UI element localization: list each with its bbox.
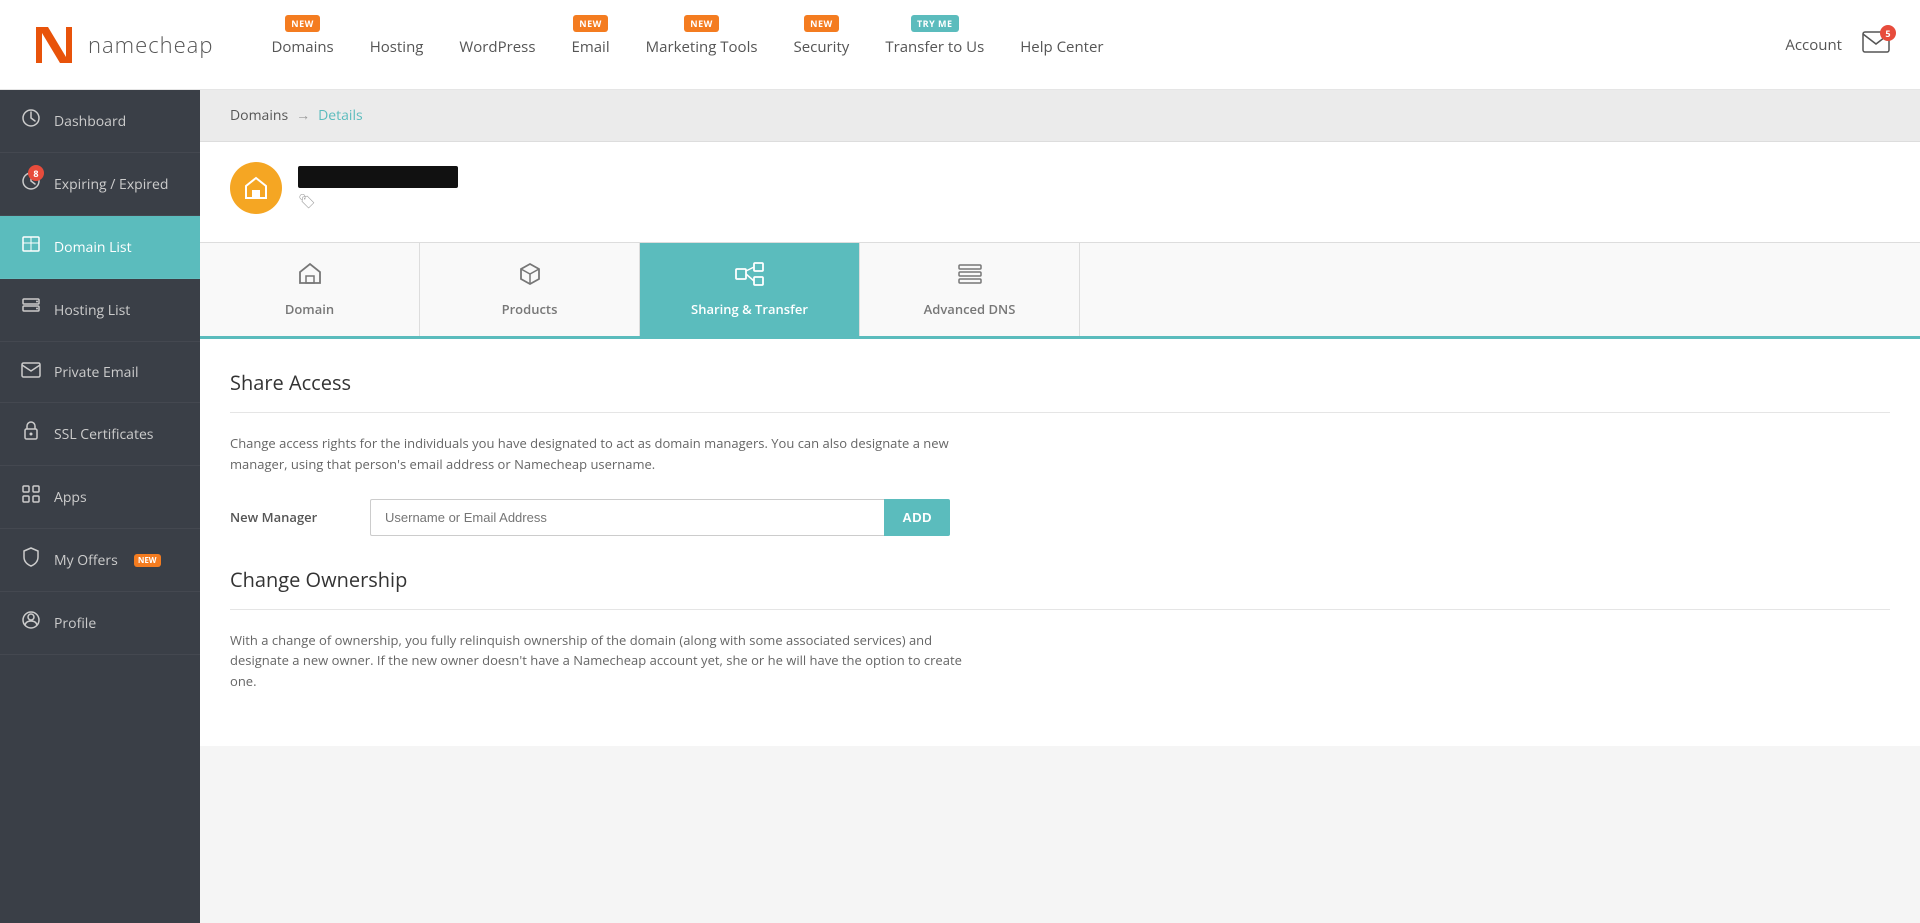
domain-avatar-icon — [242, 174, 270, 202]
tab-advanceddns-label: Advanced DNS — [924, 300, 1016, 318]
tab-products-icon — [517, 261, 543, 294]
domain-name-redacted — [298, 166, 458, 188]
nav-wordpress-label: WordPress — [459, 37, 535, 57]
tab-empty — [1080, 243, 1920, 336]
sidebar-item-profile[interactable]: Profile — [0, 592, 200, 655]
new-manager-row: New Manager ADD — [230, 499, 1890, 536]
nav-security[interactable]: NEW Security — [776, 33, 868, 57]
profile-label: Profile — [54, 614, 96, 633]
myoffers-label: My Offers — [54, 551, 118, 570]
sidebar: Dashboard Expiring / Expired 8 Domain Li… — [0, 90, 200, 923]
breadcrumb: Domains → Details — [200, 90, 1920, 142]
tab-domain-icon — [297, 261, 323, 294]
nav-email[interactable]: NEW Email — [553, 33, 627, 57]
sidebar-item-hostinglist[interactable]: Hosting List — [0, 279, 200, 342]
nav-transfer-label: Transfer to Us — [885, 37, 984, 57]
tab-sharing-icon — [735, 261, 765, 294]
new-manager-input-wrap: ADD — [370, 499, 950, 536]
tab-domain-label: Domain — [285, 300, 334, 318]
share-access-divider — [230, 412, 1890, 413]
header-right: Account 5 — [1785, 31, 1890, 58]
logo[interactable]: namecheap — [30, 21, 213, 69]
add-manager-button[interactable]: ADD — [884, 499, 950, 536]
nav-email-label: Email — [571, 37, 609, 57]
nav-helpcenter[interactable]: Help Center — [1002, 33, 1121, 57]
new-manager-label: New Manager — [230, 508, 350, 526]
share-access-title: Share Access — [230, 369, 1890, 396]
sidebar-item-myoffers[interactable]: My Offers NEW — [0, 529, 200, 592]
tab-products[interactable]: Products — [420, 243, 640, 336]
breadcrumb-current: Details — [318, 106, 363, 125]
transfer-badge: TRY ME — [911, 15, 959, 32]
change-ownership-description: With a change of ownership, you fully re… — [230, 630, 970, 692]
domain-tag-icon[interactable]: 🏷 — [298, 192, 458, 211]
expiring-badge: 8 — [28, 165, 44, 181]
sidebar-item-ssl[interactable]: SSL Certificates — [0, 403, 200, 466]
domain-header: 🏷 — [230, 162, 1890, 214]
nav-hosting[interactable]: Hosting — [352, 33, 442, 57]
nav-security-label: Security — [794, 37, 850, 57]
myoffers-icon — [20, 547, 42, 573]
tab-domain[interactable]: Domain — [200, 243, 420, 336]
tab-advanceddns[interactable]: Advanced DNS — [860, 243, 1080, 336]
header: namecheap NEW Domains Hosting WordPress … — [0, 0, 1920, 90]
apps-icon — [20, 484, 42, 510]
domain-avatar — [230, 162, 282, 214]
sidebar-item-expiring[interactable]: Expiring / Expired 8 — [0, 153, 200, 216]
nav-helpcenter-label: Help Center — [1020, 37, 1103, 57]
ssl-icon — [20, 421, 42, 447]
dashboard-icon — [20, 108, 42, 134]
privateemail-label: Private Email — [54, 363, 139, 382]
breadcrumb-root[interactable]: Domains — [230, 106, 288, 125]
main-layout: Dashboard Expiring / Expired 8 Domain Li… — [0, 90, 1920, 923]
domains-badge: NEW — [285, 15, 320, 32]
dashboard-label: Dashboard — [54, 112, 126, 131]
nav-transfer[interactable]: TRY ME Transfer to Us — [867, 33, 1002, 57]
breadcrumb-arrow: → — [296, 106, 310, 125]
share-access-description: Change access rights for the individuals… — [230, 433, 970, 475]
apps-label: Apps — [54, 488, 87, 507]
tab-products-label: Products — [502, 300, 558, 318]
marketing-badge: NEW — [684, 15, 719, 32]
domain-name-block: 🏷 — [298, 166, 458, 211]
sidebar-item-dashboard[interactable]: Dashboard — [0, 90, 200, 153]
domain-detail: 🏷 — [200, 142, 1920, 242]
profile-icon — [20, 610, 42, 636]
nav-wordpress[interactable]: WordPress — [441, 33, 553, 57]
new-manager-input[interactable] — [370, 499, 884, 536]
change-ownership-divider — [230, 609, 1890, 610]
account-label: Account — [1785, 35, 1842, 55]
page-content: Share Access Change access rights for th… — [200, 339, 1920, 746]
hostinglist-icon — [20, 297, 42, 323]
expiring-label: Expiring / Expired — [54, 175, 168, 194]
security-badge: NEW — [804, 15, 839, 32]
sidebar-item-privateemail[interactable]: Private Email — [0, 342, 200, 403]
domainlist-icon — [20, 234, 42, 260]
domainlist-label: Domain List — [54, 238, 132, 257]
nav-marketing[interactable]: NEW Marketing Tools — [628, 33, 776, 57]
change-ownership-title: Change Ownership — [230, 566, 1890, 593]
mail-badge: 5 — [1880, 25, 1896, 41]
sidebar-item-apps[interactable]: Apps — [0, 466, 200, 529]
nav-hosting-label: Hosting — [370, 37, 424, 57]
privateemail-icon — [20, 360, 42, 384]
content-area: Domains → Details 🏷 — [200, 90, 1920, 923]
tab-advanceddns-icon — [957, 261, 983, 294]
mail-icon-wrap[interactable]: 5 — [1862, 31, 1890, 58]
nav-marketing-label: Marketing Tools — [646, 37, 758, 57]
email-badge: NEW — [573, 15, 608, 32]
nav-domains[interactable]: NEW Domains — [253, 33, 351, 57]
nav-domains-label: Domains — [271, 37, 333, 57]
hostinglist-label: Hosting List — [54, 301, 130, 320]
myoffers-new-badge: NEW — [134, 554, 161, 567]
tab-sharing-label: Sharing & Transfer — [691, 300, 808, 318]
main-nav: NEW Domains Hosting WordPress NEW Email … — [253, 33, 1785, 57]
logo-text: namecheap — [88, 30, 213, 60]
tab-sharing[interactable]: Sharing & Transfer — [640, 243, 860, 336]
ssl-label: SSL Certificates — [54, 425, 153, 444]
sidebar-item-domainlist[interactable]: Domain List — [0, 216, 200, 279]
account-button[interactable]: Account — [1785, 35, 1842, 55]
tabs: Domain Products Sharing & Transfer Advan… — [200, 242, 1920, 339]
